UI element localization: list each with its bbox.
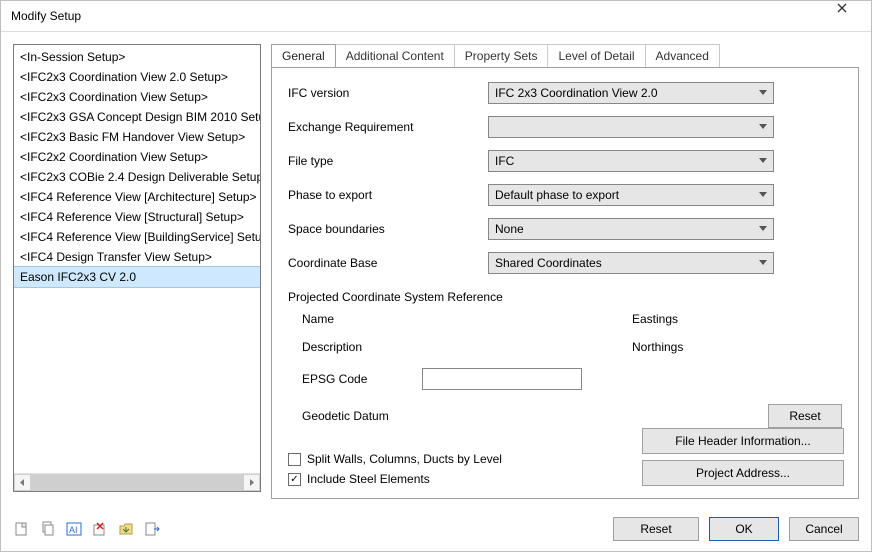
- ok-button[interactable]: OK: [709, 517, 779, 541]
- label-include-steel: Include Steel Elements: [307, 472, 430, 486]
- label-crs-description: Description: [302, 340, 412, 354]
- setup-list-item[interactable]: <IFC4 Reference View [Structural] Setup>: [14, 207, 260, 227]
- scroll-thumb[interactable]: [31, 474, 243, 491]
- dropdown-phase-to-export[interactable]: Default phase to export: [488, 184, 774, 206]
- tab-additional-content[interactable]: Additional Content: [335, 44, 455, 67]
- dialog-footer: AI Reset OK Cancel: [1, 511, 871, 551]
- label-epsg-code: EPSG Code: [302, 372, 412, 386]
- list-hscrollbar[interactable]: [14, 473, 260, 491]
- dropdown-ifc-version[interactable]: IFC 2x3 Coordination View 2.0: [488, 82, 774, 104]
- export-setup-icon[interactable]: [143, 520, 161, 538]
- setup-list-item[interactable]: Eason IFC2x3 CV 2.0: [14, 266, 260, 288]
- input-epsg-code[interactable]: [422, 368, 582, 390]
- setup-listbox[interactable]: <In-Session Setup><IFC2x3 Coordination V…: [13, 44, 261, 492]
- scroll-left-icon[interactable]: [14, 474, 31, 491]
- setup-list-item[interactable]: <IFC2x3 GSA Concept Design BIM 2010 Setu…: [14, 107, 260, 127]
- label-geodetic-datum: Geodetic Datum: [302, 409, 412, 423]
- label-phase-to-export: Phase to export: [288, 188, 488, 202]
- label-eastings: Eastings: [632, 312, 752, 326]
- window-title: Modify Setup: [11, 9, 81, 23]
- checkbox-include-steel[interactable]: ✓ Include Steel Elements: [288, 472, 634, 486]
- pcrs-reset-button[interactable]: Reset: [768, 404, 842, 428]
- setup-list-item[interactable]: <IFC2x3 Coordination View 2.0 Setup>: [14, 67, 260, 87]
- close-button[interactable]: [837, 3, 863, 29]
- label-ifc-version: IFC version: [288, 86, 488, 100]
- tab-general[interactable]: General: [271, 44, 336, 67]
- import-setup-icon[interactable]: [117, 520, 135, 538]
- scroll-track[interactable]: [31, 474, 243, 491]
- setup-list-item[interactable]: <IFC4 Reference View [Architecture] Setu…: [14, 187, 260, 207]
- tab-level-of-detail[interactable]: Level of Detail: [547, 44, 645, 67]
- label-split-walls: Split Walls, Columns, Ducts by Level: [307, 452, 502, 466]
- tab-property-sets[interactable]: Property Sets: [454, 44, 549, 67]
- copy-setup-icon[interactable]: [39, 520, 57, 538]
- setup-list-item[interactable]: <IFC4 Reference View [BuildingService] S…: [14, 227, 260, 247]
- dropdown-coordinate-base[interactable]: Shared Coordinates: [488, 252, 774, 274]
- dropdown-space-boundaries[interactable]: None: [488, 218, 774, 240]
- project-address-button[interactable]: Project Address...: [642, 460, 844, 486]
- dropdown-file-type[interactable]: IFC: [488, 150, 774, 172]
- close-icon: [837, 3, 847, 13]
- modify-setup-dialog: Modify Setup <In-Session Setup><IFC2x3 C…: [0, 0, 872, 552]
- dropdown-exchange-requirement[interactable]: [488, 116, 774, 138]
- label-northings: Northings: [632, 340, 752, 354]
- setup-list-item[interactable]: <IFC2x3 COBie 2.4 Design Deliverable Set…: [14, 167, 260, 187]
- setup-list-item[interactable]: <IFC4 Design Transfer View Setup>: [14, 247, 260, 267]
- setup-list-item[interactable]: <IFC2x3 Basic FM Handover View Setup>: [14, 127, 260, 147]
- svg-text:AI: AI: [69, 525, 78, 535]
- setup-list-item[interactable]: <IFC2x2 Coordination View Setup>: [14, 147, 260, 167]
- setup-list-item[interactable]: <IFC2x3 Coordination View Setup>: [14, 87, 260, 107]
- dialog-content: <In-Session Setup><IFC2x3 Coordination V…: [1, 32, 871, 511]
- rename-setup-icon[interactable]: AI: [65, 520, 83, 538]
- file-header-info-button[interactable]: File Header Information...: [642, 428, 844, 454]
- tab-advanced[interactable]: Advanced: [645, 44, 720, 67]
- label-file-type: File type: [288, 154, 488, 168]
- scroll-right-icon[interactable]: [243, 474, 260, 491]
- label-projected-crs: Projected Coordinate System Reference: [288, 290, 842, 304]
- label-crs-name: Name: [302, 312, 412, 326]
- label-coordinate-base: Coordinate Base: [288, 256, 488, 270]
- checkbox-split-walls[interactable]: Split Walls, Columns, Ducts by Level: [288, 452, 634, 466]
- tab-page-general: IFC version IFC 2x3 Coordination View 2.…: [271, 67, 859, 499]
- delete-setup-icon[interactable]: [91, 520, 109, 538]
- dialog-reset-button[interactable]: Reset: [613, 517, 699, 541]
- tab-container: GeneralAdditional ContentProperty SetsLe…: [271, 44, 859, 499]
- label-exchange-requirement: Exchange Requirement: [288, 120, 488, 134]
- titlebar: Modify Setup: [1, 1, 871, 32]
- right-pane: GeneralAdditional ContentProperty SetsLe…: [271, 44, 859, 499]
- new-setup-icon[interactable]: [13, 520, 31, 538]
- label-space-boundaries: Space boundaries: [288, 222, 488, 236]
- setup-list-item[interactable]: <In-Session Setup>: [14, 47, 260, 67]
- cancel-button[interactable]: Cancel: [789, 517, 859, 541]
